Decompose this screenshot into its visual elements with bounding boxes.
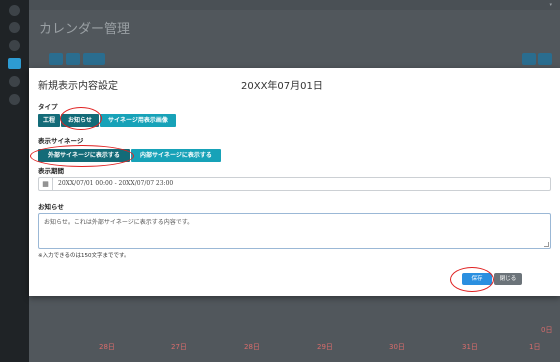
type-process-button[interactable]: 工程 xyxy=(38,114,60,127)
calendar-day[interactable]: 30日 xyxy=(389,342,405,352)
next-button[interactable] xyxy=(66,53,80,65)
calendar-nav xyxy=(49,53,105,65)
calendar-day[interactable]: 31日 xyxy=(462,342,478,352)
page-title: カレンダー管理 xyxy=(39,22,131,37)
type-signage-image-button[interactable]: サイネージ用表示画像 xyxy=(100,114,176,127)
calendar-day[interactable]: 27日 xyxy=(171,342,187,352)
calendar-day[interactable]: 0日 xyxy=(541,325,552,335)
week-view-button[interactable] xyxy=(538,53,552,65)
dialog-title: 新規表示内容設定 xyxy=(38,81,118,92)
gear-icon[interactable] xyxy=(9,76,20,87)
notice-textarea[interactable]: お知らせ。これは外部サイネージに表示する内容です。 xyxy=(38,213,551,249)
top-bar: ▾ xyxy=(29,0,560,10)
home-icon[interactable] xyxy=(9,22,20,33)
calendar-day[interactable]: 29日 xyxy=(317,342,333,352)
today-button[interactable] xyxy=(83,53,105,65)
new-display-dialog: 新規表示内容設定 20XX年07月01日 タイプ 工程 お知らせ サイネージ用表… xyxy=(29,68,560,296)
resize-grip-icon[interactable] xyxy=(544,242,549,247)
period-value: 20XX/07/01 00:00 - 20XX/07/07 23:00 xyxy=(58,180,174,187)
calendar-day[interactable]: 28日 xyxy=(99,342,115,352)
user-icon[interactable] xyxy=(9,40,20,51)
icon-sidebar xyxy=(0,0,29,362)
highlight-ring-external xyxy=(30,145,134,167)
notice-value: お知らせ。これは外部サイネージに表示する内容です。 xyxy=(44,219,194,226)
signage-label: 表示サイネージ xyxy=(38,137,84,145)
calendar-icon: ▦ xyxy=(39,178,53,190)
month-view-button[interactable] xyxy=(522,53,536,65)
type-label: タイプ xyxy=(38,103,58,111)
char-limit-hint: ※入力できるのは150文字までです。 xyxy=(38,253,130,259)
period-input[interactable]: ▦ 20XX/07/01 00:00 - 20XX/07/07 23:00 xyxy=(38,177,551,191)
help-icon[interactable] xyxy=(9,94,20,105)
calendar-day[interactable]: 1日 xyxy=(529,342,540,352)
user-menu[interactable]: ▾ xyxy=(549,0,552,10)
notice-label: お知らせ xyxy=(38,203,64,211)
calendar-day[interactable]: 28日 xyxy=(244,342,260,352)
calendar-view-switch xyxy=(522,53,552,65)
dialog-date: 20XX年07月01日 xyxy=(241,81,323,92)
internal-signage-button[interactable]: 内部サイネージに表示する xyxy=(131,149,221,162)
highlight-ring-notice xyxy=(60,107,102,130)
highlight-ring-save xyxy=(450,267,494,292)
prev-button[interactable] xyxy=(49,53,63,65)
logo-icon xyxy=(9,5,20,16)
calendar-icon[interactable] xyxy=(8,58,21,69)
close-button[interactable]: 閉じる xyxy=(494,273,522,285)
period-label: 表示期間 xyxy=(38,167,64,175)
